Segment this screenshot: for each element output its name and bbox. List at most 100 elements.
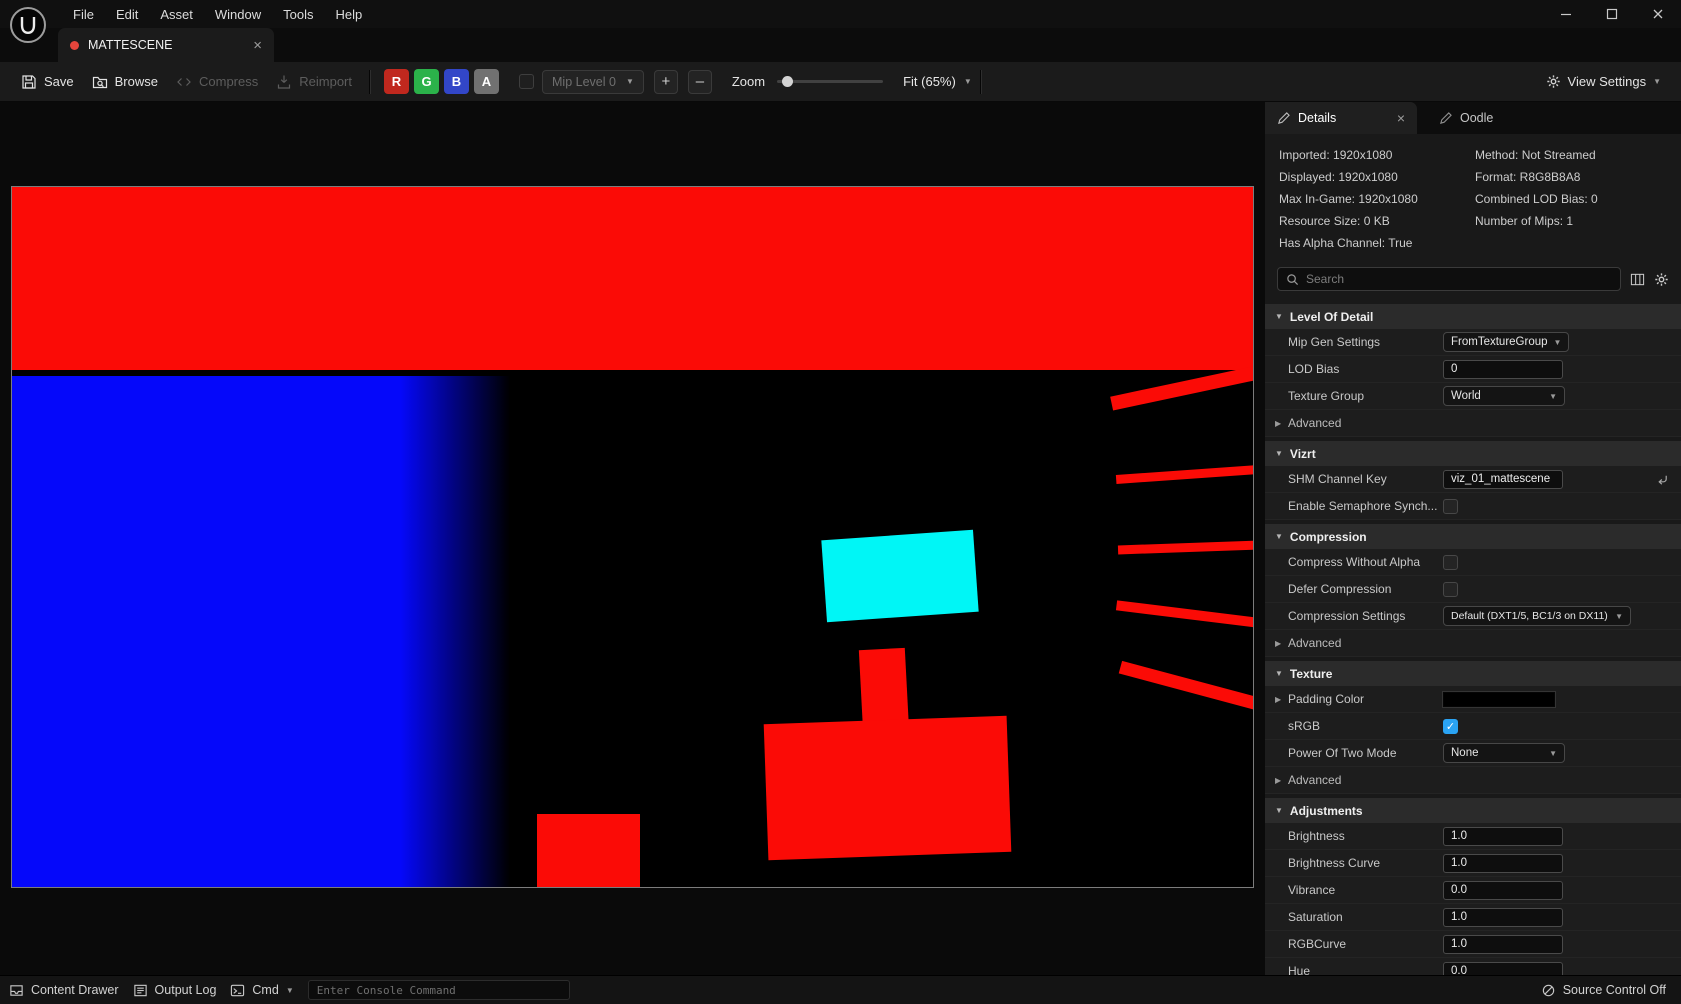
mip-minus-button[interactable]: – xyxy=(688,70,712,94)
mip-level-dropdown[interactable]: Mip Level 0▼ xyxy=(542,70,644,94)
defer-compression-checkbox[interactable] xyxy=(1443,582,1458,597)
prop-label: RGBCurve xyxy=(1288,937,1346,951)
rgbcurve-input[interactable]: 1.0 xyxy=(1443,935,1563,954)
menu-items: File Edit Asset Window Tools Help xyxy=(62,2,373,27)
prop-row-advanced: ▶Advanced xyxy=(1265,767,1681,794)
cmd-dropdown[interactable]: Cmd ▼ xyxy=(230,983,293,998)
source-control-button[interactable]: Source Control Off xyxy=(1541,983,1672,998)
prop-row-vibrance: Vibrance0.0 xyxy=(1265,877,1681,904)
details-panel-tabs: Details × Oodle xyxy=(1265,102,1681,134)
tab-oodle[interactable]: Oodle xyxy=(1427,102,1505,134)
save-button[interactable]: Save xyxy=(12,68,83,96)
info-combined-lod-bias: Combined LOD Bias: 0 xyxy=(1475,188,1598,210)
prop-row-mip-gen-settings: Mip Gen SettingsFromTextureGroup▼ xyxy=(1265,329,1681,356)
mip-plus-button[interactable]: + xyxy=(654,70,678,94)
compress-button[interactable]: Compress xyxy=(167,68,267,96)
channel-g-button[interactable]: G xyxy=(414,69,439,94)
info-number-of-mips: Number of Mips: 1 xyxy=(1475,210,1598,232)
lod-bias-input[interactable]: 0 xyxy=(1443,360,1563,379)
mip-gen-settings-dropdown[interactable]: FromTextureGroup▼ xyxy=(1443,332,1569,352)
section-header-texture[interactable]: ▼Texture xyxy=(1265,661,1681,686)
unreal-logo-icon[interactable] xyxy=(8,5,48,45)
vibrance-input[interactable]: 0.0 xyxy=(1443,881,1563,900)
chevron-down-icon: ▼ xyxy=(1549,392,1557,401)
prop-row-defer-compression: Defer Compression xyxy=(1265,576,1681,603)
zoom-slider-knob[interactable] xyxy=(782,76,793,87)
menu-window[interactable]: Window xyxy=(204,2,272,27)
srgb-checkbox[interactable]: ✓ xyxy=(1443,719,1458,734)
browse-button[interactable]: Browse xyxy=(83,68,167,96)
texture-viewport[interactable] xyxy=(0,102,1265,975)
prop-row-saturation: Saturation 1.0 xyxy=(1265,904,1681,931)
settings-gear-icon[interactable] xyxy=(1654,272,1669,287)
minimize-button[interactable] xyxy=(1543,0,1589,28)
brightness-input[interactable]: 1.0 xyxy=(1443,827,1563,846)
reimport-button[interactable]: Reimport xyxy=(267,68,361,96)
enable-semaphore-synch-checkbox[interactable] xyxy=(1443,499,1458,514)
section-expand-icon: ▼ xyxy=(1275,532,1283,541)
asset-tab-title: MATTESCENE xyxy=(88,38,173,52)
prop-label: Saturation xyxy=(1288,910,1343,924)
view-settings-button[interactable]: View Settings ▼ xyxy=(1546,74,1669,89)
maximize-button[interactable] xyxy=(1589,0,1635,28)
texture-red-stripe-5 xyxy=(1119,661,1254,710)
prop-label: Advanced xyxy=(1288,416,1341,430)
content-drawer-button[interactable]: Content Drawer xyxy=(9,983,119,998)
prop-row-brightness-curve: Brightness Curve1.0 xyxy=(1265,850,1681,877)
display-filter-icon[interactable] xyxy=(1630,272,1645,287)
details-search-box[interactable] xyxy=(1277,267,1621,291)
details-search-row xyxy=(1265,262,1681,300)
expander-icon[interactable]: ▶ xyxy=(1275,639,1288,648)
prop-row-rgbcurve: RGBCurve 1.0 xyxy=(1265,931,1681,958)
menu-edit[interactable]: Edit xyxy=(105,2,149,27)
power-of-two-mode-dropdown[interactable]: None▼ xyxy=(1443,743,1565,763)
section-header-vizrt[interactable]: ▼Vizrt xyxy=(1265,441,1681,466)
padding-color-swatch[interactable] xyxy=(1443,692,1555,707)
prop-row-srgb: sRGB✓ xyxy=(1265,713,1681,740)
saturation-input[interactable]: 1.0 xyxy=(1443,908,1563,927)
chevron-down-icon: ▼ xyxy=(286,986,294,995)
details-search-input[interactable] xyxy=(1306,272,1612,286)
reset-to-default-icon[interactable] xyxy=(1656,473,1669,486)
close-button[interactable] xyxy=(1635,0,1681,28)
info-displayed: Displayed: 1920x1080 xyxy=(1279,166,1475,188)
compress-icon xyxy=(176,74,192,90)
expander-icon[interactable]: ▶ xyxy=(1275,419,1288,428)
section-header-adjustments[interactable]: ▼Adjustments xyxy=(1265,798,1681,823)
menu-bar: File Edit Asset Window Tools Help xyxy=(0,0,1681,28)
texture-preview xyxy=(11,186,1254,888)
channel-b-button[interactable]: B xyxy=(444,69,469,94)
output-log-button[interactable]: Output Log xyxy=(133,983,217,998)
brightness-curve-input[interactable]: 1.0 xyxy=(1443,854,1563,873)
channel-r-button[interactable]: R xyxy=(384,69,409,94)
section-header-compression[interactable]: ▼Compression xyxy=(1265,524,1681,549)
menu-file[interactable]: File xyxy=(62,2,105,27)
menu-tools[interactable]: Tools xyxy=(272,2,324,27)
tab-details[interactable]: Details × xyxy=(1265,102,1417,134)
prop-row-advanced: ▶Advanced xyxy=(1265,630,1681,657)
details-tab-close-icon[interactable]: × xyxy=(1397,110,1405,126)
mip-level-checkbox[interactable] xyxy=(519,74,534,89)
chevron-down-icon: ▼ xyxy=(1549,749,1557,758)
compress-without-alpha-checkbox[interactable] xyxy=(1443,555,1458,570)
window-controls xyxy=(1543,0,1681,28)
compression-settings-dropdown[interactable]: Default (DXT1/5, BC1/3 on DX11)▼ xyxy=(1443,606,1631,626)
hue-input[interactable]: 0.0 xyxy=(1443,962,1563,976)
prop-label: Compress Without Alpha xyxy=(1288,555,1420,569)
section-title: Texture xyxy=(1290,667,1332,681)
menu-asset[interactable]: Asset xyxy=(149,2,204,27)
expander-icon[interactable]: ▶ xyxy=(1275,776,1288,785)
search-icon xyxy=(1286,273,1299,286)
menu-help[interactable]: Help xyxy=(324,2,373,27)
texture-group-dropdown[interactable]: World▼ xyxy=(1443,386,1565,406)
texture-red-band xyxy=(12,187,1253,370)
asset-tab-close-icon[interactable]: × xyxy=(253,38,262,53)
shm-channel-key-input[interactable]: viz_01_mattescene xyxy=(1443,470,1563,489)
fit-zoom-dropdown[interactable]: Fit (65%)▼ xyxy=(903,74,972,89)
console-command-input[interactable] xyxy=(308,980,570,1000)
channel-a-button[interactable]: A xyxy=(474,69,499,94)
section-header-level-of-detail[interactable]: ▼Level Of Detail xyxy=(1265,304,1681,329)
asset-tab-mattescene[interactable]: MATTESCENE × xyxy=(58,28,274,62)
expander-icon[interactable]: ▶ xyxy=(1275,695,1288,704)
zoom-slider[interactable] xyxy=(777,80,883,83)
